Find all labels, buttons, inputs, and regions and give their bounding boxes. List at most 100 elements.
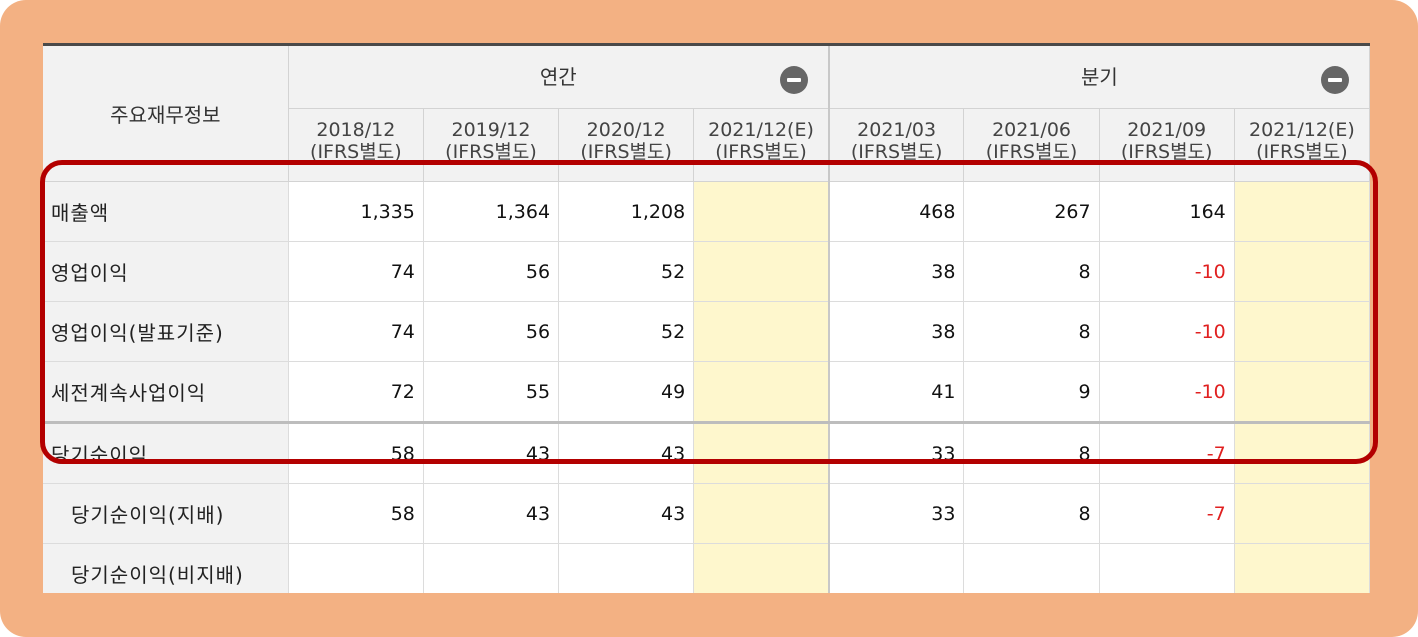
negative-value-cell: -7: [1099, 483, 1235, 544]
period-header: 2021/03 (IFRS별도): [827, 108, 965, 182]
table-row: 당기순이익 58 43 43 33 8 -7: [43, 421, 1370, 484]
value-cell: 55: [423, 361, 560, 423]
table-row: 영업이익(발표기준) 74 56 52 38 8 -10: [43, 301, 1370, 362]
value-cell: [1099, 543, 1235, 593]
value-cell: 52: [558, 241, 695, 302]
period-label: 2018/12: [316, 119, 396, 141]
financial-summary-panel: 주요재무정보 연간 분기 2018/12 (IFRS별도) 2019/12 (IFR…: [43, 43, 1370, 593]
period-header: 2019/12 (IFRS별도): [423, 108, 560, 182]
period-header: 2021/06 (IFRS별도): [963, 108, 1100, 182]
period-header: 2021/09 (IFRS별도): [1099, 108, 1235, 182]
period-label: 2020/12: [586, 119, 666, 141]
period-label: 2021/03: [857, 119, 937, 141]
value-cell: 43: [558, 483, 695, 544]
value-cell: 8: [963, 241, 1100, 302]
table-row: 매출액 1,335 1,364 1,208 468 267 164: [43, 181, 1370, 242]
value-cell: 33: [827, 421, 965, 484]
period-header: 2018/12 (IFRS별도): [288, 108, 424, 182]
value-cell: 8: [963, 301, 1100, 362]
period-basis: (IFRS별도): [310, 141, 402, 163]
estimate-cell: [693, 421, 830, 484]
screenshot-frame: 주요재무정보 연간 분기 2018/12 (IFRS별도) 2019/12 (IFR…: [0, 0, 1418, 637]
period-basis: (IFRS별도): [1120, 141, 1213, 163]
estimate-cell: [1234, 301, 1370, 362]
financial-summary-table: 주요재무정보 연간 분기 2018/12 (IFRS별도) 2019/12 (IFR…: [43, 43, 1370, 593]
estimate-cell: [1234, 241, 1370, 302]
table-row: 세전계속사업이익 72 55 49 41 9 -10: [43, 361, 1370, 423]
period-label: 2021/06: [992, 119, 1071, 141]
period-header: 2021/12(E) (IFRS별도): [1234, 108, 1370, 182]
value-cell: 49: [558, 361, 695, 423]
value-cell: [963, 543, 1100, 593]
row-label: 세전계속사업이익: [43, 361, 289, 423]
group-header-annual: 연간: [288, 43, 830, 109]
value-cell: 74: [288, 241, 424, 302]
table-row: 당기순이익(지배) 58 43 43 33 8 -7: [43, 483, 1370, 544]
value-cell: [827, 543, 965, 593]
negative-value-cell: -10: [1099, 361, 1235, 423]
period-basis: (IFRS별도): [715, 141, 807, 163]
value-cell: 74: [288, 301, 424, 362]
value-cell: 33: [827, 483, 965, 544]
value-cell: 267: [963, 181, 1100, 242]
value-cell: 56: [423, 301, 560, 362]
value-cell: 1,364: [423, 181, 560, 242]
value-cell: 468: [827, 181, 965, 242]
estimate-cell: [693, 543, 830, 593]
estimate-cell: [1234, 421, 1370, 484]
estimate-cell: [693, 181, 830, 242]
value-cell: 8: [963, 483, 1100, 544]
estimate-cell: [693, 361, 830, 423]
group-header-label: 연간: [539, 64, 577, 89]
group-header-quarterly: 분기: [827, 43, 1370, 109]
value-cell: 41: [827, 361, 965, 423]
table-row: 영업이익 74 56 52 38 8 -10: [43, 241, 1370, 302]
value-cell: 38: [827, 301, 965, 362]
period-header: 2021/12(E) (IFRS별도): [693, 108, 830, 182]
value-cell: 58: [288, 421, 424, 484]
value-cell: 164: [1099, 181, 1235, 242]
period-label: 2021/12(E): [708, 119, 814, 141]
negative-value-cell: -10: [1099, 301, 1235, 362]
value-cell: 9: [963, 361, 1100, 423]
value-cell: 38: [827, 241, 965, 302]
period-label: 2021/09: [1127, 119, 1207, 141]
row-label: 당기순이익(지배): [43, 483, 289, 544]
value-cell: 43: [558, 421, 695, 484]
period-header: 2020/12 (IFRS별도): [558, 108, 695, 182]
table-corner-label: 주요재무정보: [43, 43, 289, 182]
value-cell: 43: [423, 483, 560, 544]
estimate-cell: [1234, 181, 1370, 242]
estimate-cell: [1234, 483, 1370, 544]
value-cell: 1,335: [288, 181, 424, 242]
row-label: 당기순이익(비지배): [43, 543, 289, 593]
value-cell: 43: [423, 421, 560, 484]
value-cell: 56: [423, 241, 560, 302]
value-cell: [288, 543, 424, 593]
estimate-cell: [1234, 361, 1370, 423]
value-cell: [558, 543, 695, 593]
period-basis: (IFRS별도): [580, 141, 672, 163]
period-basis: (IFRS별도): [445, 141, 537, 163]
negative-value-cell: -10: [1099, 241, 1235, 302]
estimate-cell: [693, 483, 830, 544]
period-basis: (IFRS별도): [850, 141, 943, 163]
period-basis: (IFRS별도): [1256, 141, 1348, 163]
value-cell: 58: [288, 483, 424, 544]
negative-value-cell: -7: [1099, 421, 1235, 484]
group-header-label: 분기: [1081, 64, 1118, 89]
value-cell: 72: [288, 361, 424, 423]
row-label: 당기순이익: [43, 421, 289, 484]
minus-circle-icon[interactable]: [1321, 66, 1349, 94]
period-basis: (IFRS별도): [985, 141, 1078, 163]
period-label: 2021/12(E): [1248, 119, 1355, 141]
value-cell: [423, 543, 560, 593]
row-label: 영업이익: [43, 241, 289, 302]
minus-circle-icon[interactable]: [779, 66, 808, 94]
value-cell: 8: [963, 421, 1100, 484]
estimate-cell: [1234, 543, 1370, 593]
row-label: 영업이익(발표기준): [43, 301, 289, 362]
row-label: 매출액: [43, 181, 289, 242]
value-cell: 1,208: [558, 181, 695, 242]
value-cell: 52: [558, 301, 695, 362]
